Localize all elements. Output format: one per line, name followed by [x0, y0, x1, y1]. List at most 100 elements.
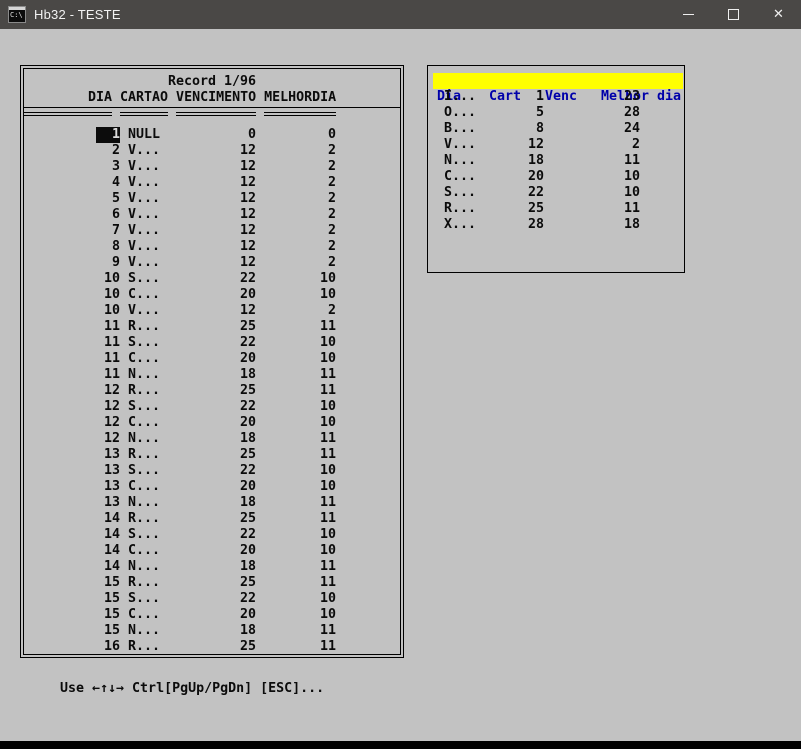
close-icon: ✕: [773, 7, 784, 22]
table-row[interactable]: 9 V... 12 2: [24, 255, 400, 271]
cell-dia: 8: [24, 239, 120, 255]
title-bar: C:\ Hb32 - TESTE ✕: [0, 0, 801, 29]
cell-cartao: V...: [128, 239, 161, 254]
cell-melhordia: 0: [327, 127, 336, 142]
cell-dia: 1: [24, 127, 120, 143]
table-row[interactable]: 8 V... 12 2: [24, 239, 400, 255]
cell-vencimento: 12: [239, 223, 256, 238]
table-row[interactable]: 14 R... 25 11: [24, 511, 400, 527]
cell-melhordia: 10: [319, 351, 336, 366]
cell-melhordia: 10: [319, 591, 336, 606]
table-row[interactable]: 11 R... 25 11: [24, 319, 400, 335]
cell-dia: 15: [24, 607, 120, 623]
table-row[interactable]: 1 NULL 0 0: [24, 127, 400, 143]
table-row[interactable]: 12 R... 25 11: [24, 383, 400, 399]
cell-vencimento: 22: [239, 335, 256, 350]
close-button[interactable]: ✕: [756, 0, 801, 29]
list-item[interactable]: B... 8 24: [428, 121, 684, 137]
cell-cart-name: V...: [444, 137, 477, 152]
cell-dia-value: 11: [103, 335, 120, 350]
cell-dia-value: 12: [103, 431, 120, 446]
table-row[interactable]: 11 S... 22 10: [24, 335, 400, 351]
table-row[interactable]: 11 N... 18 11: [24, 367, 400, 383]
cell-dia: 10: [24, 271, 120, 287]
cell-melhordia: 10: [319, 527, 336, 542]
cell-dia-value: 13: [103, 463, 120, 478]
cell-vencimento: 25: [239, 319, 256, 334]
list-item[interactable]: O... 5 28: [428, 105, 684, 121]
cell-dia: 10: [24, 303, 120, 319]
cell-melhordia: 10: [319, 607, 336, 622]
cell-dia-value: 2: [111, 143, 120, 158]
cell-cart-name: C...: [444, 169, 477, 184]
window-bottom-edge: [0, 741, 801, 749]
separator-segment-cartao: [120, 112, 168, 116]
table-row[interactable]: 16 R... 25 11: [24, 639, 400, 654]
maximize-button[interactable]: [711, 0, 756, 29]
minimize-button[interactable]: [666, 0, 711, 29]
cell-dia-value: 6: [111, 207, 120, 222]
cell-venc: 28: [527, 217, 544, 232]
cell-dia-value: 15: [103, 607, 120, 622]
list-item[interactable]: S... 22 10: [428, 185, 684, 201]
table-row[interactable]: 13 S... 22 10: [24, 463, 400, 479]
table-row[interactable]: 4 V... 12 2: [24, 175, 400, 191]
cell-melhordia: 11: [319, 383, 336, 398]
table-row[interactable]: 7 V... 12 2: [24, 223, 400, 239]
table-row[interactable]: 14 S... 22 10: [24, 527, 400, 543]
table-row[interactable]: 14 C... 20 10: [24, 543, 400, 559]
table-row[interactable]: 3 V... 12 2: [24, 159, 400, 175]
cell-vencimento: 12: [239, 175, 256, 190]
cell-dia-value: 14: [103, 527, 120, 542]
table-row[interactable]: 6 V... 12 2: [24, 207, 400, 223]
cell-dia-value: 12: [103, 383, 120, 398]
cell-dia: 11: [24, 367, 120, 383]
cell-vencimento: 20: [239, 415, 256, 430]
cell-melhordia: 10: [319, 415, 336, 430]
cell-vencimento: 12: [239, 255, 256, 270]
table-row[interactable]: 15 S... 22 10: [24, 591, 400, 607]
cell-vencimento: 25: [239, 639, 256, 654]
cell-dia-value: 16: [103, 639, 120, 654]
list-item[interactable]: N... 18 11: [428, 153, 684, 169]
table-row[interactable]: 10 C... 20 10: [24, 287, 400, 303]
table-row[interactable]: 2 V... 12 2: [24, 143, 400, 159]
cell-melhordia: 10: [319, 335, 336, 350]
table-row[interactable]: 12 C... 20 10: [24, 415, 400, 431]
list-item[interactable]: V... 12 2: [428, 137, 684, 153]
table-row[interactable]: 15 C... 20 10: [24, 607, 400, 623]
cell-dia: 15: [24, 575, 120, 591]
table-row[interactable]: 13 C... 20 10: [24, 479, 400, 495]
list-item[interactable]: X... 28 18: [428, 217, 684, 233]
cell-dia: 11: [24, 335, 120, 351]
cell-melhor-dia: 28: [623, 105, 640, 120]
cell-dia: 9: [24, 255, 120, 271]
cell-vencimento: 12: [239, 303, 256, 318]
table-row[interactable]: 12 S... 22 10: [24, 399, 400, 415]
cell-dia: 10: [24, 287, 120, 303]
separator-segment-dia: [24, 112, 112, 116]
table-row[interactable]: 12 N... 18 11: [24, 431, 400, 447]
table-row[interactable]: 11 C... 20 10: [24, 351, 400, 367]
cell-cartao: V...: [128, 255, 161, 270]
list-item[interactable]: R... 25 11: [428, 201, 684, 217]
cell-melhordia: 10: [319, 463, 336, 478]
cell-melhor-dia: 24: [623, 121, 640, 136]
table-row[interactable]: 15 N... 18 11: [24, 623, 400, 639]
table-row[interactable]: 14 N... 18 11: [24, 559, 400, 575]
cell-dia: 13: [24, 447, 120, 463]
cell-vencimento: 20: [239, 351, 256, 366]
table-row[interactable]: 10 V... 12 2: [24, 303, 400, 319]
table-row[interactable]: 15 R... 25 11: [24, 575, 400, 591]
table-row[interactable]: 5 V... 12 2: [24, 191, 400, 207]
table-row[interactable]: 13 R... 25 11: [24, 447, 400, 463]
cell-dia-value: 3: [111, 159, 120, 174]
cell-vencimento: 0: [247, 127, 256, 142]
cell-vencimento: 25: [239, 447, 256, 462]
cell-vencimento: 18: [239, 367, 256, 382]
list-item[interactable]: C... 20 10: [428, 169, 684, 185]
cell-dia-value: 15: [103, 623, 120, 638]
table-row[interactable]: 13 N... 18 11: [24, 495, 400, 511]
table-row[interactable]: 10 S... 22 10: [24, 271, 400, 287]
minimize-icon: [683, 14, 694, 15]
